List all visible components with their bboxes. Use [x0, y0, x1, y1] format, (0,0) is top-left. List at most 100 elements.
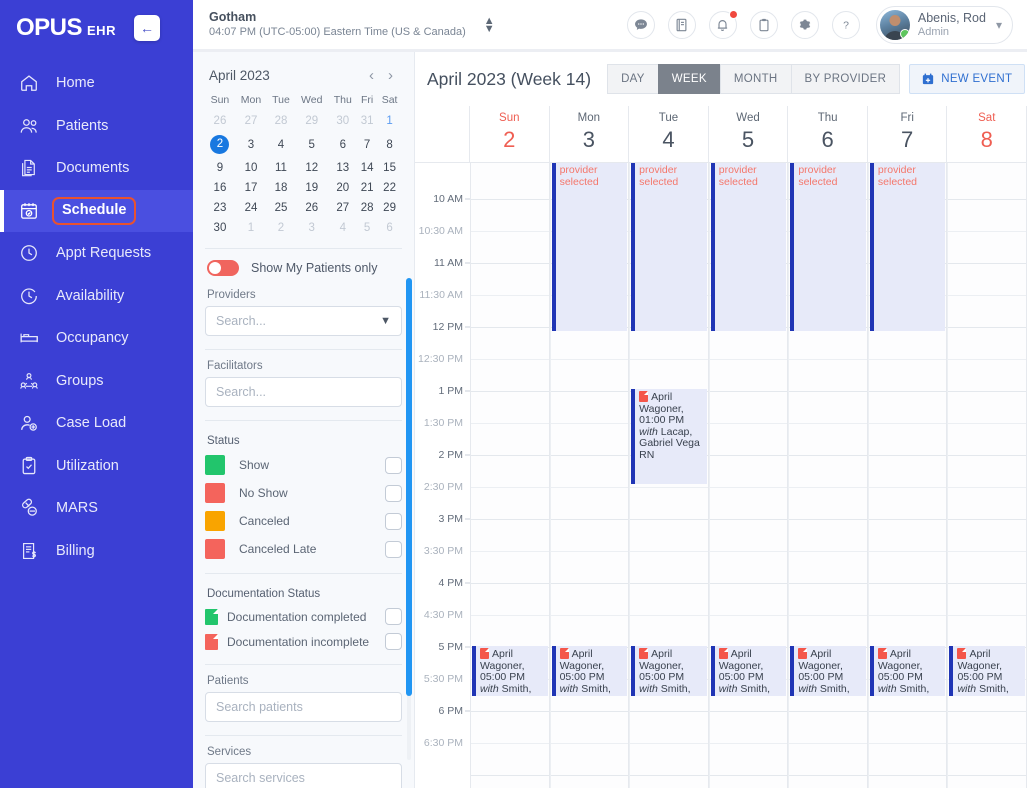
mini-calendar-day[interactable]: 4	[329, 218, 357, 238]
mini-calendar-day[interactable]: 5	[295, 131, 329, 158]
user-menu[interactable]: Abenis, Rod Admin ▾	[875, 5, 1013, 44]
day-header-mon[interactable]: Mon 3	[550, 106, 630, 162]
mini-calendar-day[interactable]: 14	[357, 158, 377, 178]
show-my-patients-toggle[interactable]	[207, 260, 239, 276]
mini-calendar-day[interactable]: 11	[267, 158, 295, 178]
help-icon[interactable]: ?	[831, 10, 860, 39]
tab-week[interactable]: WEEK	[657, 64, 720, 94]
clipboard-icon[interactable]	[749, 10, 778, 39]
sidebar-item-occupancy[interactable]: Occupancy	[0, 317, 193, 360]
arrow-left-icon[interactable]: ←	[133, 15, 160, 41]
sidebar-item-mars[interactable]: MARS	[0, 487, 193, 530]
sidebar-item-patients[interactable]: Patients	[0, 105, 193, 148]
chevron-right-icon[interactable]: ›	[381, 68, 400, 83]
mini-calendar-day[interactable]: 30	[205, 218, 235, 238]
chevron-down-icon[interactable]: ▼	[380, 315, 391, 327]
mini-calendar-day[interactable]: 17	[235, 178, 267, 198]
calendar-event[interactable]: April Wagoner, 05:00 PMwith Smith, Steve…	[631, 646, 707, 696]
day-column-tue[interactable]: provider selected April Wagoner, 01:00 PM…	[629, 163, 709, 788]
chevron-left-icon[interactable]: ‹	[362, 68, 381, 83]
status-filter-row[interactable]: Canceled	[205, 511, 402, 531]
mini-calendar-day[interactable]: 16	[205, 178, 235, 198]
sidebar-item-groups[interactable]: Groups	[0, 360, 193, 403]
book-icon[interactable]	[667, 10, 696, 39]
facility-selector[interactable]: Gotham 04:07 PM (UTC-05:00) Eastern Time…	[209, 10, 495, 39]
mini-calendar-day[interactable]: 6	[377, 218, 402, 238]
facilitators-input[interactable]: Search...	[205, 377, 402, 407]
provider-selected-block[interactable]: provider selected	[631, 163, 707, 331]
mini-calendar-day[interactable]: 20	[329, 178, 357, 198]
providers-select[interactable]: Search... ▼	[205, 306, 402, 336]
mini-calendar-day[interactable]: 15	[377, 158, 402, 178]
sidebar-item-home[interactable]: Home	[0, 62, 193, 105]
mini-calendar-day[interactable]: 21	[357, 178, 377, 198]
status-filter-row[interactable]: Canceled Late	[205, 539, 402, 559]
search-services-input[interactable]: Search services	[205, 763, 402, 788]
mini-calendar-day[interactable]: 28	[267, 111, 295, 131]
mini-calendar-day[interactable]: 6	[329, 131, 357, 158]
search-patients-input[interactable]: Search patients	[205, 692, 402, 722]
status-checkbox[interactable]	[385, 484, 402, 502]
mini-calendar[interactable]: Sun Mon Tue Wed Thu Fri Sat 26 27 28 29 30 31 1 2 3 4 5 6…	[205, 91, 402, 238]
mini-calendar-day[interactable]: 23	[205, 198, 235, 218]
status-filter-row[interactable]: Show	[205, 455, 402, 475]
day-column-mon[interactable]: provider selected April Wagoner, 05:00 PM…	[549, 163, 630, 788]
mini-calendar-day[interactable]: 26	[205, 111, 235, 131]
mini-calendar-day[interactable]: 31	[357, 111, 377, 131]
calendar-event[interactable]: April Wagoner, 05:00 PMwith Smith, Steve…	[472, 646, 548, 696]
tab-day[interactable]: DAY	[607, 64, 658, 94]
gear-icon[interactable]	[790, 10, 819, 39]
chevron-down-icon[interactable]: ▾	[996, 18, 1002, 32]
mini-calendar-day[interactable]: 9	[205, 158, 235, 178]
mini-calendar-day[interactable]: 8	[377, 131, 402, 158]
day-column-wed[interactable]: provider selected April Wagoner, 05:00 PM…	[708, 163, 789, 788]
new-event-button[interactable]: NEW EVENT	[909, 64, 1026, 94]
bell-icon[interactable]	[708, 9, 738, 39]
calendar-event[interactable]: April Wagoner, 05:00 PMwith Smith, Steve…	[790, 646, 866, 696]
mini-calendar-day[interactable]: 2	[205, 131, 235, 158]
status-checkbox[interactable]	[385, 512, 402, 530]
tab-by-provider[interactable]: BY PROVIDER	[790, 64, 901, 94]
tab-month[interactable]: MONTH	[719, 64, 791, 94]
documentation-checkbox[interactable]	[385, 633, 402, 650]
mini-calendar-day[interactable]: 26	[295, 198, 329, 218]
mini-calendar-day[interactable]: 27	[329, 198, 357, 218]
sidebar-item-billing[interactable]: Billing	[0, 530, 193, 573]
day-column-sun[interactable]: April Wagoner, 05:00 PMwith Smith, Steve…	[470, 163, 550, 788]
documentation-status-row[interactable]: Documentation completed	[205, 608, 402, 625]
day-column-thu[interactable]: provider selected April Wagoner, 05:00 PM…	[788, 163, 868, 788]
mini-calendar-day[interactable]: 24	[235, 198, 267, 218]
mini-calendar-day[interactable]: 3	[235, 131, 267, 158]
calendar-event[interactable]: April Wagoner, 05:00 PMwith Smith, Steve…	[949, 646, 1026, 696]
day-column-sat[interactable]: April Wagoner, 05:00 PMwith Smith, Steve…	[947, 163, 1027, 788]
day-header-wed[interactable]: Wed 5	[709, 106, 789, 162]
mini-calendar-day[interactable]: 13	[329, 158, 357, 178]
mini-calendar-day[interactable]: 2	[267, 218, 295, 238]
mini-calendar-day[interactable]: 5	[357, 218, 377, 238]
mini-calendar-day[interactable]: 22	[377, 178, 402, 198]
mini-calendar-day[interactable]: 30	[329, 111, 357, 131]
day-header-thu[interactable]: Thu 6	[788, 106, 868, 162]
calendar-event[interactable]: April Wagoner, 05:00 PMwith Smith, Steve…	[551, 646, 628, 696]
provider-selected-block[interactable]: provider selected	[710, 163, 787, 331]
mini-calendar-day[interactable]: 4	[267, 131, 295, 158]
status-filter-row[interactable]: No Show	[205, 483, 402, 503]
mini-calendar-day[interactable]: 12	[295, 158, 329, 178]
calendar-event[interactable]: April Wagoner, 05:00 PMwith Smith, Steve…	[869, 646, 946, 696]
mini-calendar-day[interactable]: 1	[235, 218, 267, 238]
day-header-sat[interactable]: Sat 8	[947, 106, 1027, 162]
day-header-sun[interactable]: Sun 2	[470, 106, 550, 162]
mini-calendar-day[interactable]: 28	[357, 198, 377, 218]
sidebar-item-case-load[interactable]: Case Load	[0, 402, 193, 445]
sort-updown-icon[interactable]: ▲ ▼	[484, 15, 495, 34]
mini-calendar-day[interactable]: 1	[377, 111, 402, 131]
mini-calendar-day[interactable]: 18	[267, 178, 295, 198]
calendar-grid-scroll[interactable]: 10 AM 10:30 AM 11 AM 11:30 AM 12 PM 12:30 PM 1…	[415, 163, 1027, 788]
mini-calendar-day[interactable]: 27	[235, 111, 267, 131]
sidebar-item-utilization[interactable]: Utilization	[0, 445, 193, 488]
mini-calendar-day[interactable]: 7	[357, 131, 377, 158]
provider-selected-block[interactable]: provider selected	[790, 163, 866, 331]
documentation-checkbox[interactable]	[385, 608, 402, 625]
mini-calendar-day[interactable]: 25	[267, 198, 295, 218]
filter-panel-scrollbar[interactable]	[406, 278, 412, 696]
